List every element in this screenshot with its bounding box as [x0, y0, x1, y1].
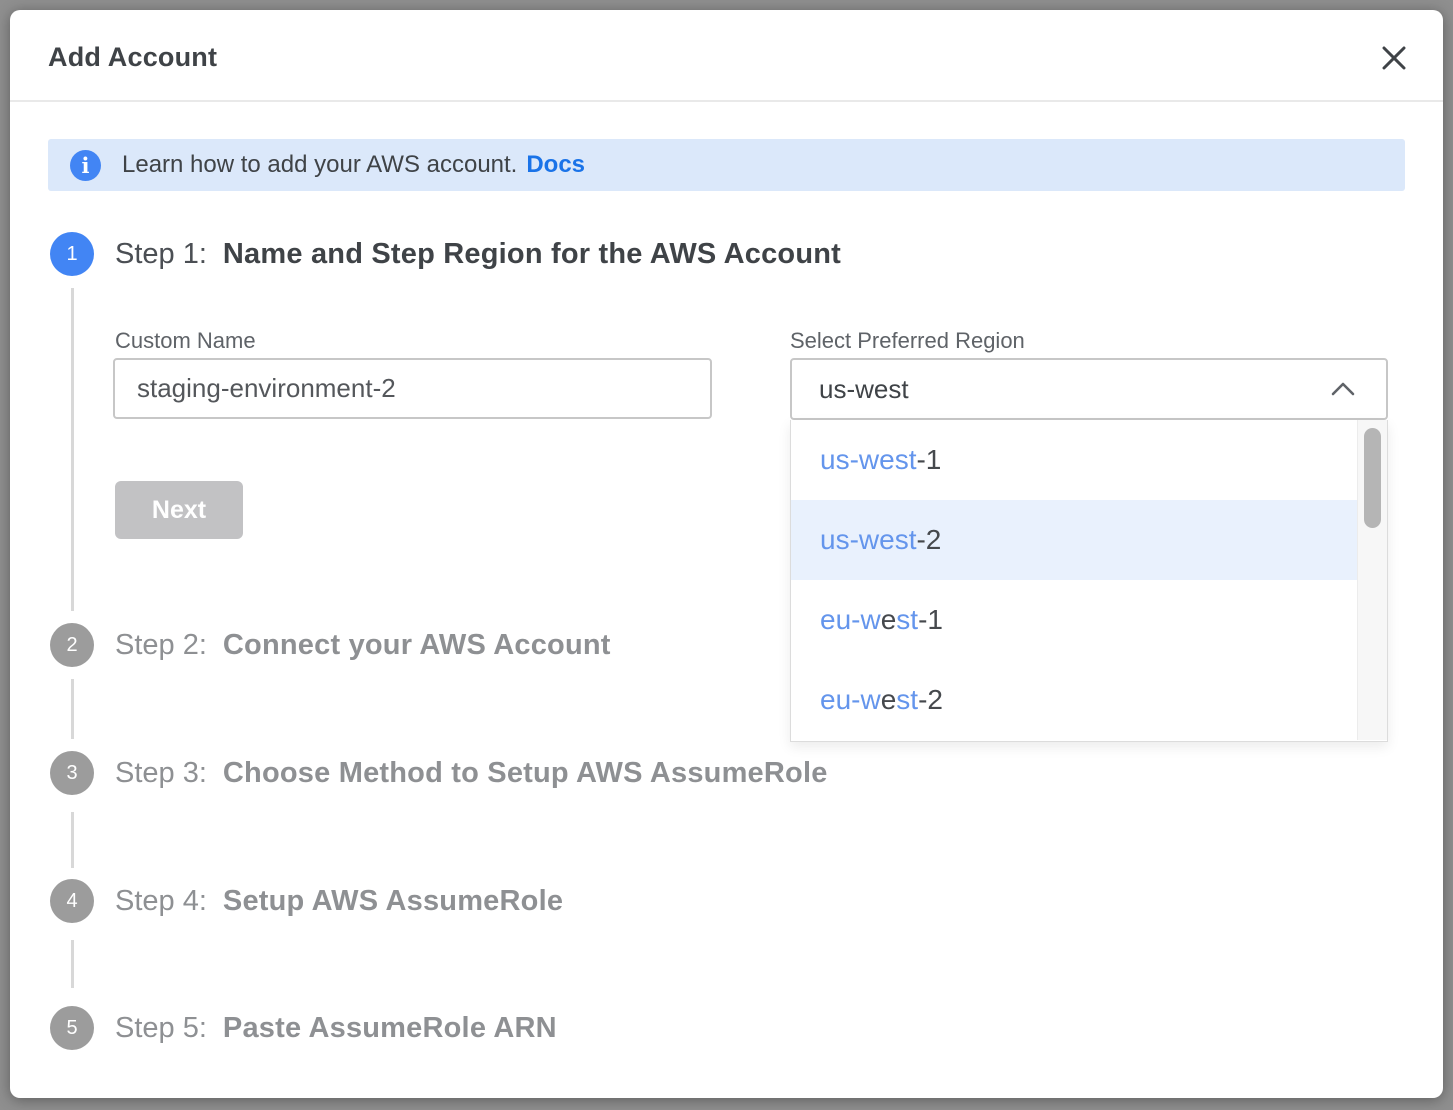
step-3-prefix: Step 3:	[115, 757, 207, 790]
custom-name-input[interactable]	[113, 358, 712, 419]
info-banner: i Learn how to add your AWS account. Doc…	[48, 139, 1405, 191]
step-2-prefix: Step 2:	[115, 629, 207, 662]
dropdown-option-us-west-2[interactable]: us-west-2	[791, 500, 1359, 580]
step-5-title: Paste AssumeRole ARN	[223, 1012, 557, 1045]
region-select[interactable]: us-west	[790, 358, 1388, 420]
dropdown-scrollbar-thumb[interactable]	[1364, 428, 1381, 528]
docs-link[interactable]: Docs	[526, 151, 585, 179]
step-3-badge: 3	[50, 751, 94, 795]
step-3-title: Choose Method to Setup AWS AssumeRole	[223, 757, 828, 790]
info-icon: i	[70, 150, 101, 181]
close-icon	[1380, 44, 1408, 72]
step-2-badge: 2	[50, 623, 94, 667]
step-5-header[interactable]: Step 5: Paste AssumeRole ARN	[115, 1006, 557, 1050]
banner-text: Learn how to add your AWS account.	[122, 151, 517, 179]
dropdown-scrollbar[interactable]	[1357, 420, 1387, 740]
step-1-title: Name and Step Region for the AWS Account	[223, 238, 841, 271]
add-account-modal: Add Account i Learn how to add your AWS …	[10, 10, 1443, 1098]
step-1-prefix: Step 1:	[115, 238, 207, 271]
close-button[interactable]	[1376, 40, 1412, 76]
dropdown-option-eu-west-2[interactable]: eu-west-2	[791, 660, 1359, 740]
step-1-header[interactable]: Step 1: Name and Step Region for the AWS…	[115, 232, 841, 276]
header-divider	[10, 100, 1443, 102]
step-2-title: Connect your AWS Account	[223, 629, 611, 662]
region-label: Select Preferred Region	[790, 328, 1025, 354]
step-2-header[interactable]: Step 2: Connect your AWS Account	[115, 623, 611, 667]
chevron-up-icon	[1330, 381, 1356, 397]
step-5-badge: 5	[50, 1006, 94, 1050]
next-button[interactable]: Next	[115, 481, 243, 539]
region-option-list: us-west-1 us-west-2 eu-west-1 eu-west-2	[791, 420, 1359, 740]
step-4-title: Setup AWS AssumeRole	[223, 885, 563, 918]
page-title: Add Account	[48, 42, 217, 73]
step-3-header[interactable]: Step 3: Choose Method to Setup AWS Assum…	[115, 751, 828, 795]
step-connector-3-4	[71, 812, 74, 868]
region-dropdown: us-west-1 us-west-2 eu-west-1 eu-west-2	[790, 420, 1388, 742]
step-4-header[interactable]: Step 4: Setup AWS AssumeRole	[115, 879, 563, 923]
step-4-prefix: Step 4:	[115, 885, 207, 918]
step-4-badge: 4	[50, 879, 94, 923]
dropdown-option-eu-west-1[interactable]: eu-west-1	[791, 580, 1359, 660]
step-5-prefix: Step 5:	[115, 1012, 207, 1045]
region-select-value: us-west	[819, 374, 909, 405]
step-connector-1-2	[71, 288, 74, 611]
step-connector-2-3	[71, 679, 74, 739]
step-1-badge: 1	[50, 232, 94, 276]
dropdown-option-us-west-1[interactable]: us-west-1	[791, 420, 1359, 500]
step-connector-4-5	[71, 940, 74, 988]
custom-name-label: Custom Name	[115, 328, 256, 354]
